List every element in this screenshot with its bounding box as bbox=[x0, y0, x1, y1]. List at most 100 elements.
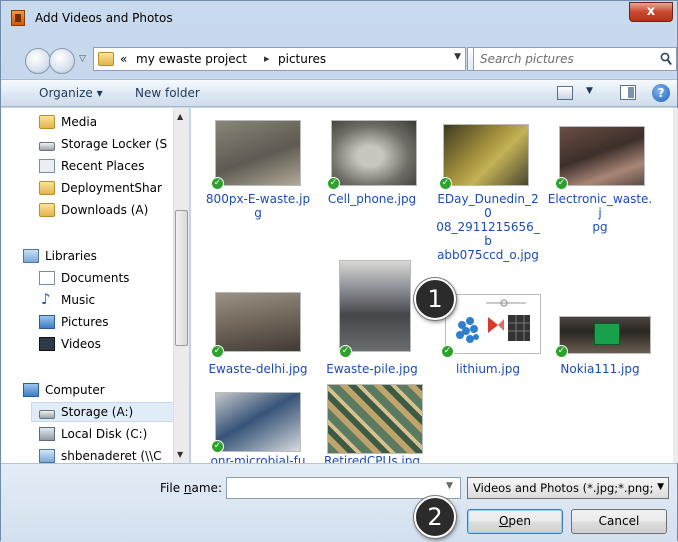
nav-item-media[interactable]: Media bbox=[39, 112, 97, 132]
nav-item-local-disk-c[interactable]: Local Disk (C:) bbox=[39, 424, 147, 444]
libraries-icon bbox=[23, 249, 39, 263]
file-item[interactable]: RetiredCPUs.jpg bbox=[319, 384, 429, 463]
file-item[interactable]: ✓ EDay_Dunedin_20 08_2911215656_b abb075cc… bbox=[435, 120, 545, 262]
sync-check-icon: ✓ bbox=[339, 345, 352, 358]
videos-icon bbox=[39, 337, 55, 351]
recent-places-icon bbox=[39, 159, 55, 173]
chevron-down-icon[interactable]: ▼ bbox=[454, 52, 461, 62]
title-bar: Add Videos and Photos x bbox=[1, 1, 677, 37]
step-callout-1: 1 bbox=[414, 278, 456, 320]
nav-item-downloads[interactable]: Downloads (A) bbox=[39, 200, 148, 220]
file-thumbnail bbox=[445, 294, 541, 354]
file-name: onr-microbial-fu bbox=[210, 454, 306, 463]
sync-check-icon: ✓ bbox=[555, 177, 568, 190]
drive-icon bbox=[39, 141, 55, 151]
organize-menu[interactable]: Organize ▾ bbox=[39, 86, 103, 100]
scrollbar-thumb[interactable] bbox=[175, 210, 188, 346]
folder-icon bbox=[39, 181, 55, 195]
file-name-field[interactable] bbox=[230, 480, 445, 496]
file-name: Nokia111.jpg bbox=[560, 362, 640, 376]
nav-item-videos[interactable]: Videos bbox=[39, 334, 101, 354]
drive-icon bbox=[39, 409, 55, 419]
nav-item-deployment-share[interactable]: DeploymentShar bbox=[39, 178, 162, 198]
breadcrumb-item[interactable]: pictures bbox=[278, 52, 326, 66]
nav-item-label: Recent Places bbox=[61, 159, 145, 173]
file-item[interactable]: ✓ Cell_phone.jpg bbox=[319, 120, 429, 240]
pictures-icon bbox=[39, 315, 55, 329]
breadcrumb-overflow[interactable]: « bbox=[120, 52, 127, 66]
recent-locations-dropdown-icon[interactable]: ▽ bbox=[79, 54, 86, 64]
file-item[interactable]: ✓ Ewaste-delhi.jpg bbox=[205, 258, 315, 376]
phone-screen bbox=[594, 323, 620, 345]
nav-item-label: Pictures bbox=[61, 315, 109, 329]
nav-item-storage-locker[interactable]: Storage Locker (S bbox=[39, 134, 167, 154]
cancel-button[interactable]: Cancel bbox=[571, 509, 667, 534]
help-icon[interactable]: ? bbox=[652, 84, 670, 102]
file-item[interactable]: ✓ Ewaste-pile.jpg bbox=[319, 258, 429, 378]
nav-item-libraries[interactable]: Libraries bbox=[23, 246, 97, 266]
nav-item-label: Storage (A:) bbox=[61, 405, 134, 419]
breadcrumb-chevron-icon[interactable]: ▸ bbox=[264, 52, 270, 65]
nav-item-label: Downloads (A) bbox=[61, 203, 149, 217]
nav-item-recent-places[interactable]: Recent Places bbox=[39, 156, 144, 176]
nav-item-label: Documents bbox=[61, 271, 130, 285]
search-box[interactable] bbox=[473, 47, 677, 71]
chevron-down-icon[interactable]: ▼ bbox=[446, 481, 453, 491]
sync-check-icon: ✓ bbox=[555, 345, 568, 358]
nav-item-documents[interactable]: Documents bbox=[39, 268, 129, 288]
preview-pane-icon[interactable] bbox=[620, 85, 636, 100]
file-thumbnail bbox=[215, 292, 301, 352]
file-item[interactable]: ✓ lithium.jpg bbox=[435, 258, 545, 378]
step-callout-2: 2 bbox=[414, 496, 456, 538]
file-thumbnail bbox=[327, 384, 423, 454]
chevron-down-icon: ▼ bbox=[657, 482, 664, 492]
add-videos-photos-dialog: Add Videos and Photos x ▽ « my ewaste pr… bbox=[0, 0, 678, 542]
forward-button[interactable] bbox=[49, 48, 75, 74]
sync-check-icon: ✓ bbox=[327, 177, 340, 190]
folder-icon bbox=[39, 203, 55, 217]
nav-item-label: Storage Locker (S bbox=[61, 137, 168, 151]
music-icon bbox=[39, 290, 55, 308]
sync-check-icon: ✓ bbox=[441, 345, 454, 358]
nav-item-computer[interactable]: Computer bbox=[23, 380, 105, 400]
file-item[interactable]: ✓ Electronic_waste.j pg bbox=[547, 120, 657, 240]
file-thumbnail bbox=[215, 392, 301, 452]
file-name: Cell_phone.jpg bbox=[327, 192, 417, 206]
new-folder-button[interactable]: New folder bbox=[135, 86, 200, 100]
search-input[interactable] bbox=[480, 51, 650, 67]
sync-check-icon: ✓ bbox=[439, 177, 452, 190]
breadcrumb-item[interactable]: my ewaste project bbox=[136, 52, 247, 66]
file-type-select[interactable]: Videos and Photos (*.jpg;*.png; ▼ bbox=[467, 477, 669, 499]
file-name: Ewaste-pile.jpg bbox=[326, 362, 418, 376]
file-thumbnail bbox=[339, 260, 411, 352]
file-item[interactable]: ✓ 800px-E-waste.jp g bbox=[205, 120, 315, 240]
sync-check-icon: ✓ bbox=[211, 345, 224, 358]
nav-item-music[interactable]: Music bbox=[39, 290, 95, 310]
window-title: Add Videos and Photos bbox=[35, 11, 173, 25]
navigation-pane-scrollbar[interactable]: ▲ ▼ bbox=[173, 108, 189, 463]
folder-icon bbox=[39, 115, 55, 129]
scroll-down-icon[interactable]: ▼ bbox=[177, 450, 183, 459]
close-button[interactable]: x bbox=[629, 2, 673, 22]
sync-check-icon: ✓ bbox=[211, 440, 224, 453]
view-options-dropdown-icon[interactable]: ▼ bbox=[586, 86, 593, 96]
local-disk-icon bbox=[39, 427, 55, 441]
scroll-up-icon[interactable]: ▲ bbox=[177, 112, 183, 121]
file-item[interactable]: ✓ Nokia111.jpg bbox=[547, 258, 657, 378]
file-thumbnail bbox=[559, 126, 645, 186]
nav-item-pictures[interactable]: Pictures bbox=[39, 312, 109, 332]
change-view-icon[interactable] bbox=[557, 86, 573, 100]
folder-icon bbox=[98, 52, 114, 66]
nav-item-label: Media bbox=[61, 115, 98, 129]
file-list-scrollbar[interactable] bbox=[673, 108, 678, 463]
file-item[interactable]: ✓ onr-microbial-fu bbox=[205, 388, 315, 463]
file-name-combobox[interactable] bbox=[226, 477, 461, 499]
open-button[interactable]: Open bbox=[467, 509, 563, 534]
nav-item-label: Videos bbox=[61, 337, 101, 351]
nav-item-storage-a[interactable]: Storage (A:) bbox=[31, 402, 177, 422]
file-name-label: File name: bbox=[160, 481, 222, 495]
address-bar[interactable]: « my ewaste project ▸ pictures ▼ bbox=[93, 47, 466, 71]
lithium-diagram-icon bbox=[456, 299, 530, 343]
back-button[interactable] bbox=[25, 48, 51, 74]
search-icon[interactable] bbox=[660, 52, 672, 66]
